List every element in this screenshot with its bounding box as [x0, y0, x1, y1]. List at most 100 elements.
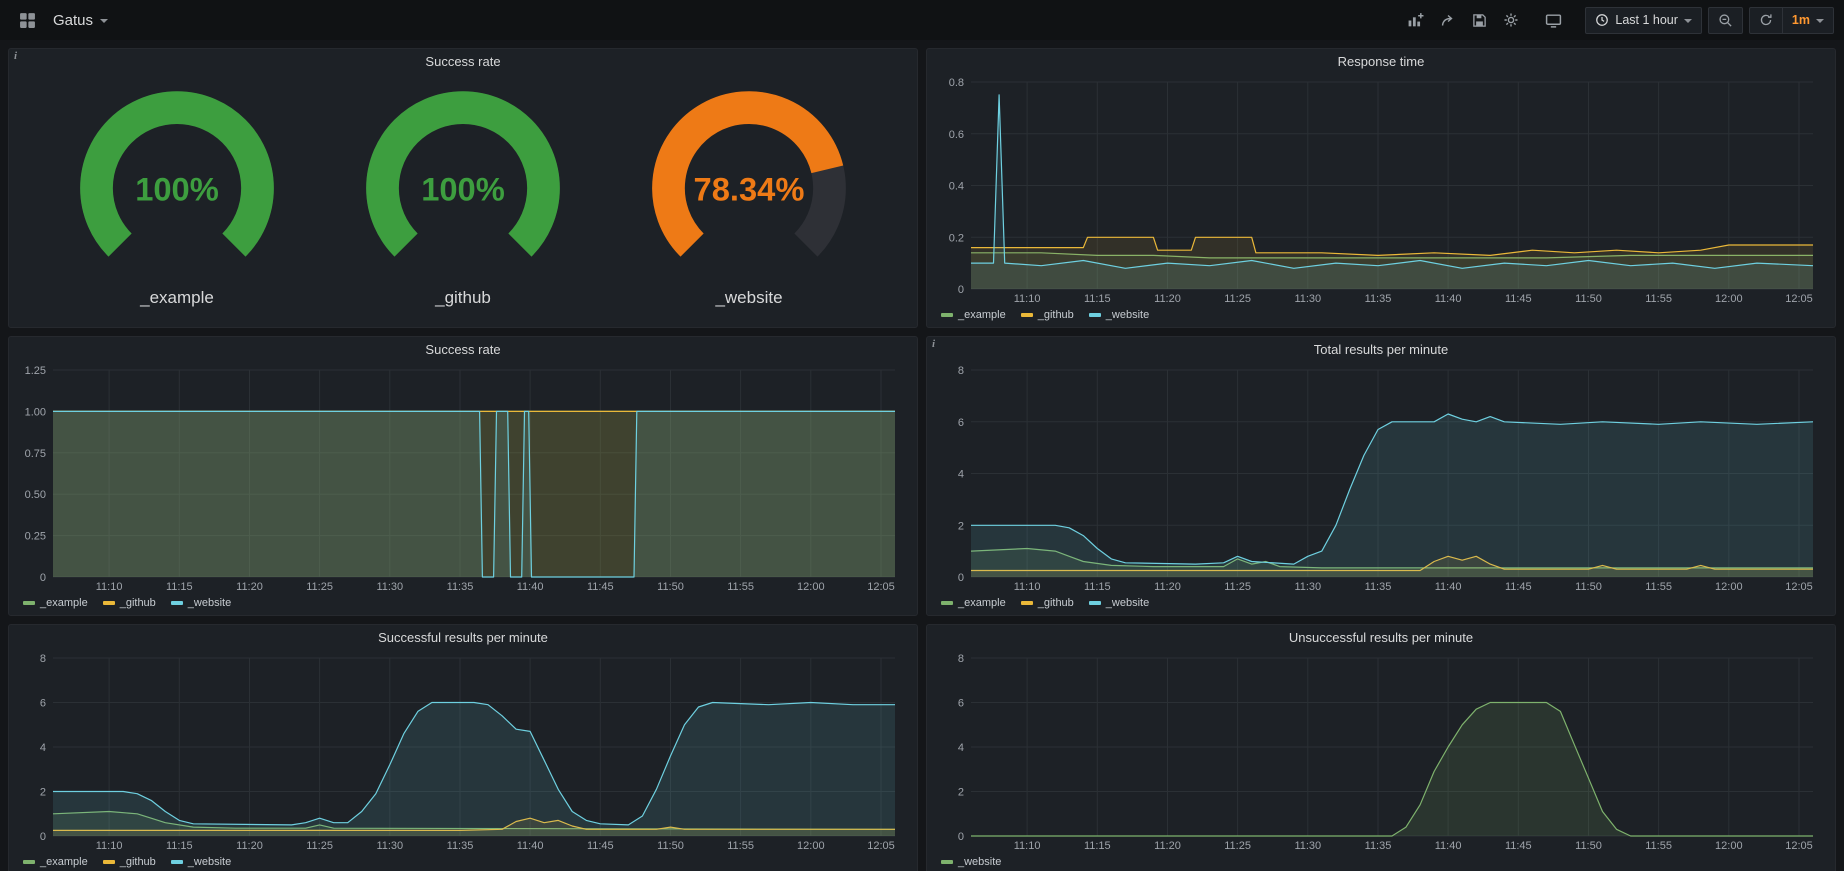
- x-axis-tick-label: 11:50: [1575, 581, 1602, 593]
- x-axis-tick-label: 11:10: [96, 840, 123, 852]
- panel-success-rate-gauges: i Success rate 100%_example100%_github78…: [8, 48, 918, 328]
- y-axis-tick-label: 8: [958, 365, 964, 377]
- panel-total-results: i Total results per minute 0246811:1011:…: [926, 336, 1836, 616]
- y-axis-tick-label: 2: [958, 520, 964, 532]
- y-axis-tick-label: 0: [958, 831, 964, 843]
- y-axis-tick-label: 2: [40, 787, 46, 799]
- x-axis-tick-label: 11:25: [306, 581, 333, 593]
- refresh-button[interactable]: [1749, 7, 1783, 34]
- legend-label: _website: [188, 856, 231, 868]
- y-axis-tick-label: 0.6: [949, 129, 964, 141]
- panel-response-time: Response time 00.20.40.60.811:1011:1511:…: [926, 48, 1836, 328]
- add-panel-button[interactable]: [1400, 7, 1431, 34]
- legend-item-github[interactable]: _github: [103, 597, 156, 609]
- legend-color-chip: [171, 860, 183, 864]
- x-axis-tick-label: 11:50: [1575, 293, 1602, 305]
- gear-icon: [1503, 12, 1519, 28]
- y-axis-tick-label: 0: [958, 284, 964, 296]
- dashboard-grid: i Success rate 100% _example 100% _github 78…: [0, 40, 1844, 871]
- info-icon[interactable]: i: [932, 338, 935, 350]
- dashboard-title[interactable]: Gatus: [53, 12, 93, 29]
- legend-item-website[interactable]: _website: [1089, 597, 1149, 609]
- chevron-down-icon[interactable]: [100, 19, 108, 23]
- legend-label: _example: [958, 597, 1006, 609]
- share-dashboard-button[interactable]: [1433, 7, 1463, 33]
- unsuccessful-results-chart[interactable]: 0246811:1011:1511:2011:2511:3011:3511:40…: [935, 650, 1827, 853]
- legend-item-example[interactable]: _example: [941, 309, 1006, 321]
- x-axis-tick-label: 12:05: [1785, 840, 1813, 852]
- legend-item-website[interactable]: _website: [171, 597, 231, 609]
- y-axis-tick-label: 0.25: [25, 531, 46, 543]
- x-axis-tick-label: 11:10: [1014, 581, 1041, 593]
- gauge-endpoint-label: _github: [435, 288, 491, 308]
- gauge-value-text: 100%: [135, 171, 219, 208]
- y-axis-tick-label: 0.8: [949, 77, 964, 89]
- x-axis-tick-label: 11:20: [1154, 840, 1181, 852]
- panel-header[interactable]: Response time: [927, 49, 1835, 74]
- x-axis-tick-label: 11:55: [727, 840, 754, 852]
- gauge-arc-svg: 100%: [337, 90, 589, 285]
- chart-legend: _website: [935, 853, 1827, 871]
- zoom-out-icon: [1718, 13, 1733, 28]
- success-rate-chart[interactable]: 00.250.500.751.001.2511:1011:1511:2011:2…: [17, 362, 909, 594]
- panel-header[interactable]: Success rate: [9, 49, 917, 74]
- navbar-right: Last 1 hour 1m: [1400, 7, 1834, 34]
- legend-item-github[interactable]: _github: [1021, 309, 1074, 321]
- y-axis-tick-label: 1.25: [25, 365, 46, 377]
- legend-item-github[interactable]: _github: [103, 856, 156, 868]
- legend-item-website[interactable]: _website: [941, 856, 1001, 868]
- x-axis-tick-label: 11:55: [727, 581, 754, 593]
- x-axis-tick-label: 11:45: [587, 840, 614, 852]
- x-axis-tick-label: 11:40: [1435, 293, 1462, 305]
- zoom-out-button[interactable]: [1708, 7, 1743, 34]
- x-axis-tick-label: 11:25: [1224, 293, 1251, 305]
- legend-item-website[interactable]: _website: [171, 856, 231, 868]
- save-icon: [1472, 13, 1487, 28]
- legend-item-github[interactable]: _github: [1021, 597, 1074, 609]
- legend-item-example[interactable]: _example: [941, 597, 1006, 609]
- x-axis-tick-label: 12:00: [797, 581, 825, 593]
- y-axis-tick-label: 0.75: [25, 448, 46, 460]
- time-range-picker[interactable]: Last 1 hour: [1585, 7, 1702, 34]
- x-axis-tick-label: 11:25: [1224, 581, 1251, 593]
- time-range-label: Last 1 hour: [1615, 13, 1678, 27]
- x-axis-tick-label: 11:10: [1014, 840, 1041, 852]
- panel-title: Success rate: [425, 342, 500, 357]
- x-axis-tick-label: 11:15: [166, 840, 193, 852]
- legend-label: _github: [120, 597, 156, 609]
- legend-item-example[interactable]: _example: [23, 597, 88, 609]
- panel-header[interactable]: Successful results per minute: [9, 625, 917, 650]
- x-axis-tick-label: 12:05: [1785, 293, 1813, 305]
- apps-grid-icon[interactable]: [12, 7, 43, 34]
- save-dashboard-button[interactable]: [1465, 8, 1494, 33]
- response-time-chart[interactable]: 00.20.40.60.811:1011:1511:2011:2511:3011…: [935, 74, 1827, 306]
- navbar-left: Gatus: [12, 7, 108, 34]
- x-axis-tick-label: 11:50: [657, 840, 684, 852]
- refresh-interval-picker[interactable]: 1m: [1782, 7, 1834, 34]
- x-axis-tick-label: 12:00: [1715, 840, 1743, 852]
- cycle-view-button[interactable]: [1538, 7, 1569, 34]
- monitor-icon: [1545, 12, 1562, 29]
- y-axis-tick-label: 6: [40, 698, 46, 710]
- panel-header[interactable]: Total results per minute: [927, 337, 1835, 362]
- share-icon: [1440, 12, 1456, 28]
- legend-color-chip: [171, 601, 183, 605]
- legend-color-chip: [103, 860, 115, 864]
- legend-item-example[interactable]: _example: [23, 856, 88, 868]
- total-results-chart[interactable]: 0246811:1011:1511:2011:2511:3011:3511:40…: [935, 362, 1827, 594]
- legend-item-website[interactable]: _website: [1089, 309, 1149, 321]
- refresh-icon: [1759, 13, 1773, 27]
- legend-label: _website: [188, 597, 231, 609]
- info-icon[interactable]: i: [14, 50, 17, 62]
- panel-title: Success rate: [425, 54, 500, 69]
- x-axis-tick-label: 12:00: [1715, 293, 1743, 305]
- panel-header[interactable]: Unsuccessful results per minute: [927, 625, 1835, 650]
- dashboard-settings-button[interactable]: [1496, 7, 1526, 33]
- panel-header[interactable]: Success rate: [9, 337, 917, 362]
- successful-results-chart[interactable]: 0246811:1011:1511:2011:2511:3011:3511:40…: [17, 650, 909, 853]
- gauge-arc-svg: 78.34%: [623, 90, 875, 285]
- x-axis-tick-label: 11:55: [1645, 840, 1672, 852]
- legend-color-chip: [1089, 313, 1101, 317]
- y-axis-tick-label: 0: [40, 572, 46, 584]
- chart-legend: _example _github _website: [17, 853, 909, 871]
